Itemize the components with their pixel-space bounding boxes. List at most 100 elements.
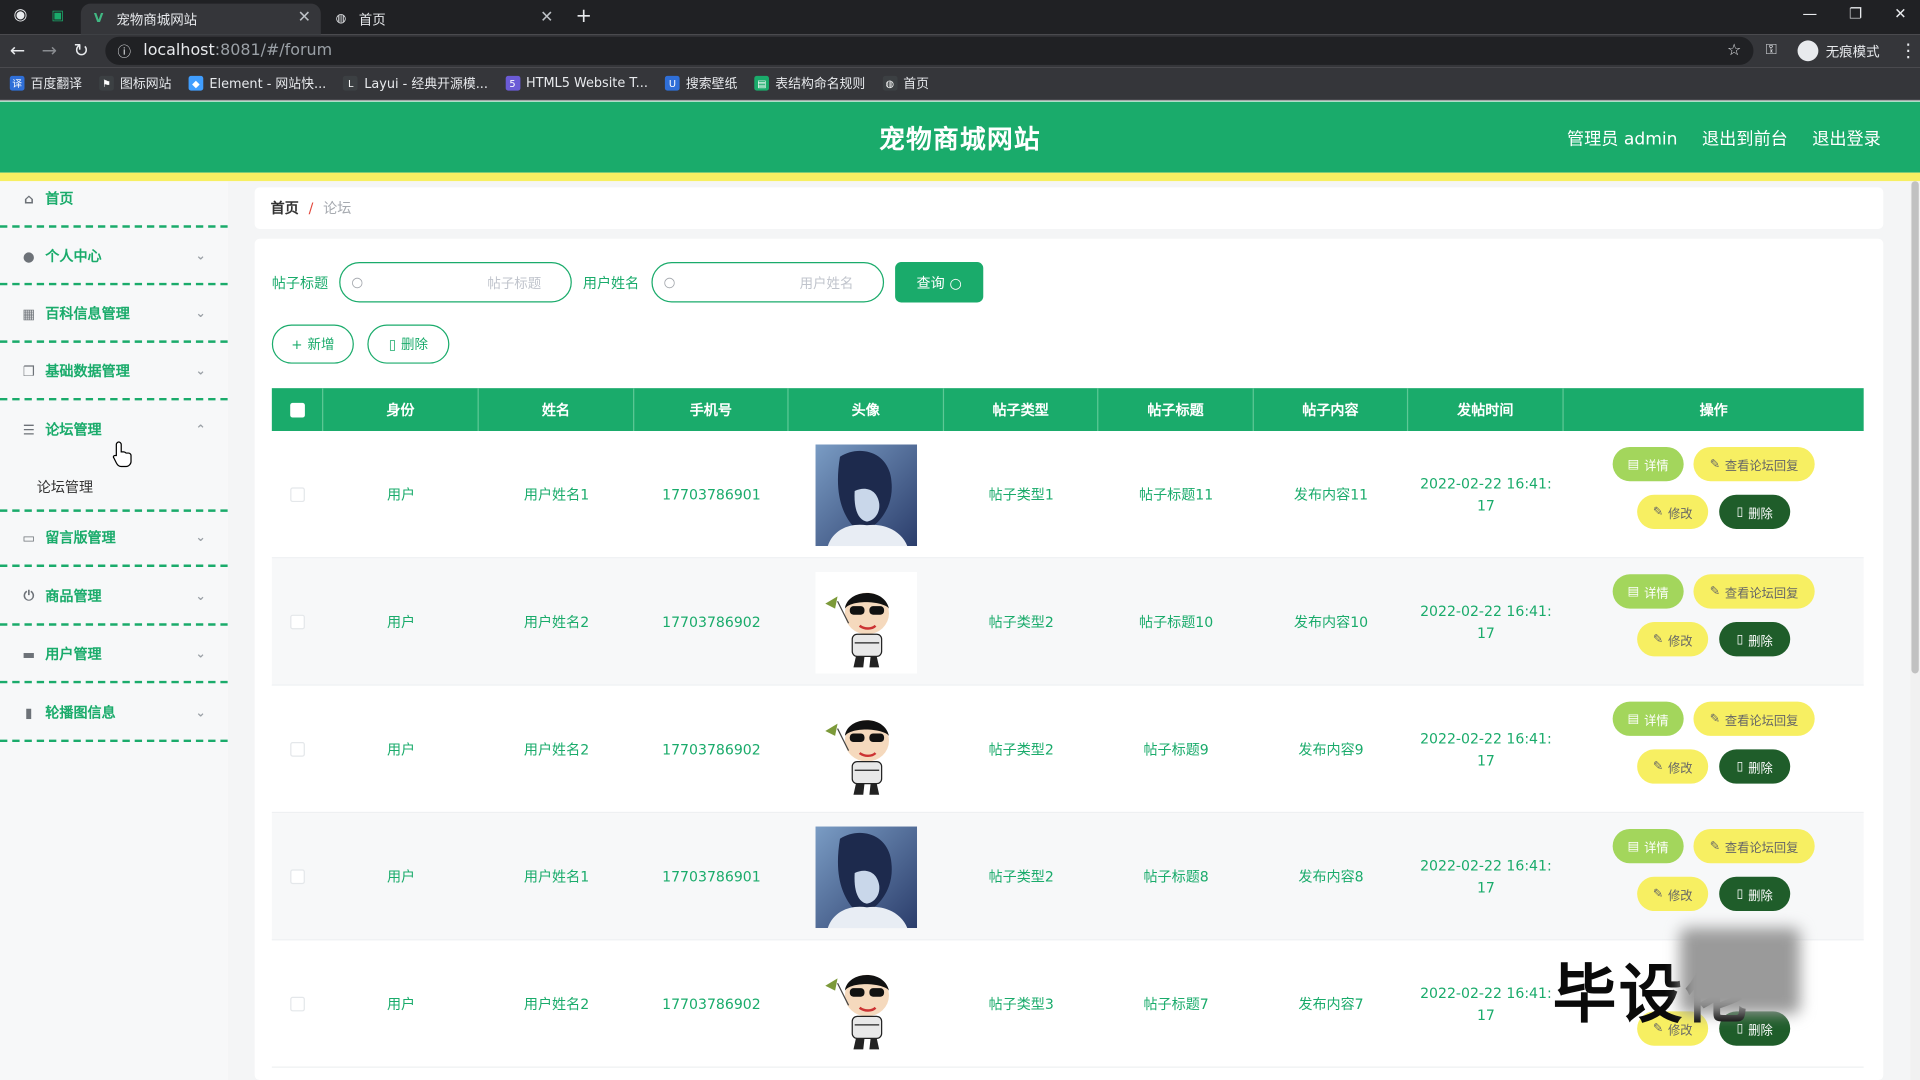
- row-checkbox[interactable]: [290, 614, 305, 630]
- minimize-icon[interactable]: —: [1802, 5, 1817, 22]
- sidebar-item-users[interactable]: ▬ 用户管理 ⌄: [0, 627, 228, 684]
- incognito-avatar-icon[interactable]: [1797, 40, 1819, 62]
- bookmark-item[interactable]: 5 HTML5 Website T...: [505, 75, 648, 91]
- close-tab-icon[interactable]: ✕: [298, 9, 311, 27]
- row-select-cell[interactable]: [272, 686, 323, 813]
- column-header: 帖子类型: [944, 388, 1099, 432]
- row-checkbox[interactable]: [290, 742, 305, 757]
- sidebar-item-products[interactable]: ⏻ 商品管理 ⌄: [0, 569, 228, 626]
- cell-title: 帖子标题8: [1143, 868, 1209, 886]
- view-replies-button[interactable]: ✎ 查看论坛回复: [1693, 446, 1815, 482]
- bookmark-item[interactable]: L Layui - 经典开源模...: [343, 74, 488, 92]
- scrollbar-thumb[interactable]: [1911, 181, 1919, 674]
- detail-button[interactable]: ▤ 详情: [1612, 574, 1684, 609]
- bookmark-item[interactable]: ◍ 首页: [882, 74, 929, 92]
- view-replies-button[interactable]: ✎ 查看论坛回复: [1693, 701, 1815, 736]
- sidebar-item-home[interactable]: ⌂ 首页: [0, 171, 228, 228]
- view-replies-button[interactable]: ✎ 查看论坛回复: [1693, 574, 1815, 609]
- site-info-icon[interactable]: ⓘ: [118, 41, 131, 61]
- row-checkbox[interactable]: [290, 869, 305, 885]
- view-replies-button[interactable]: ✎ 查看论坛回复: [1693, 828, 1815, 864]
- edit-icon: ✎: [1652, 887, 1664, 901]
- sidebar-item-encyclopedia[interactable]: ▦ 百科信息管理 ⌄: [0, 287, 228, 343]
- batch-delete-label: 删除: [401, 336, 428, 353]
- key-icon[interactable]: ⚿: [1766, 40, 1777, 58]
- cartoon-kid-avatar[interactable]: [815, 953, 918, 1055]
- detail-button[interactable]: ▤ 详情: [1612, 828, 1684, 864]
- sheet-icon: ▤: [754, 75, 770, 91]
- tab-active[interactable]: V 宠物商城网站 ✕: [80, 3, 321, 35]
- title-search-input[interactable]: ○ 帖子标题: [339, 262, 572, 303]
- profile-label[interactable]: 无痕模式: [1826, 42, 1880, 62]
- bookmark-label: 图标网站: [120, 76, 172, 92]
- chevron-down-icon: ⌄: [195, 249, 206, 263]
- delete-button[interactable]: ▯ 删除: [1719, 622, 1791, 657]
- delete-button-label: 删除: [1748, 762, 1773, 776]
- bookmark-item[interactable]: ⚑ 图标网站: [99, 74, 171, 92]
- close-window-icon[interactable]: ✕: [1894, 5, 1906, 22]
- add-button[interactable]: + 新增: [271, 324, 354, 364]
- detail-button[interactable]: ▤ 详情: [1612, 701, 1684, 736]
- sidebar-item-label: 基础数据管理: [45, 362, 130, 380]
- edit-button[interactable]: ✎ 修改: [1637, 494, 1709, 529]
- cell-type: 帖子类型3: [988, 995, 1054, 1013]
- clipboard-icon: ▦: [22, 305, 36, 322]
- trash-icon: ▯: [1736, 632, 1744, 646]
- delete-button[interactable]: ▯ 删除: [1719, 494, 1791, 529]
- row-select-cell[interactable]: [272, 813, 323, 940]
- tab-search-icon[interactable]: ▣: [51, 7, 64, 23]
- user-search-input[interactable]: ○ 用户姓名: [651, 262, 885, 303]
- element-icon: ◆: [188, 75, 204, 91]
- cell-time: 2022-02-22 16:41:17: [1408, 558, 1564, 685]
- bookmark-item[interactable]: ▤ 表结构命名规则: [754, 74, 865, 92]
- anime-boy-avatar[interactable]: [815, 825, 918, 928]
- row-checkbox[interactable]: [290, 996, 305, 1012]
- trash-icon: ▯: [1736, 887, 1744, 901]
- anime-boy-avatar[interactable]: [815, 443, 918, 546]
- bookmark-star-icon[interactable]: ☆: [1727, 42, 1741, 60]
- batch-delete-button[interactable]: ▯ 删除: [367, 324, 450, 364]
- bookmark-item[interactable]: U 搜索壁纸: [665, 74, 737, 92]
- back-icon[interactable]: ←: [10, 39, 25, 61]
- sidebar-item-carousel[interactable]: ▮ 轮播图信息 ⌄: [0, 686, 228, 743]
- header-select-all[interactable]: [272, 388, 324, 432]
- back-to-frontend-link[interactable]: 退出到前台: [1702, 126, 1788, 150]
- url-field[interactable]: ⓘ localhost:8081/#/forum ☆: [105, 36, 1754, 65]
- new-tab-button[interactable]: +: [576, 4, 592, 27]
- delete-button[interactable]: ▯ 删除: [1719, 876, 1791, 912]
- cartoon-kid-avatar[interactable]: [815, 698, 918, 801]
- tab-inactive[interactable]: ◍ 首页 ✕: [323, 4, 563, 35]
- tab-title: 宠物商城网站: [116, 11, 198, 28]
- detail-button[interactable]: ▤ 详情: [1612, 446, 1684, 482]
- bookmark-item[interactable]: ◆ Element - 网站快...: [188, 74, 326, 92]
- select-all-checkbox[interactable]: [289, 402, 305, 417]
- sidebar-item-basic-data[interactable]: ❐ 基础数据管理 ⌄: [0, 344, 228, 401]
- bookmark-item[interactable]: 译百度翻译: [9, 74, 82, 92]
- edit-button[interactable]: ✎ 修改: [1637, 749, 1709, 784]
- edit-button[interactable]: ✎ 修改: [1637, 876, 1709, 912]
- sidebar-item-guestbook[interactable]: ▭ 留言版管理 ⌄: [0, 511, 228, 567]
- column-header: 手机号: [634, 388, 789, 432]
- row-checkbox[interactable]: [290, 487, 305, 503]
- close-tab-icon[interactable]: ✕: [540, 9, 553, 27]
- chevron-down-icon: ⌄: [195, 306, 206, 321]
- view-replies-label: 查看论坛回复: [1724, 587, 1799, 601]
- sidebar-item-personal[interactable]: ● 个人中心 ⌄: [0, 229, 228, 286]
- chrome-menu-icon[interactable]: ◉: [13, 6, 27, 24]
- row-select-cell[interactable]: [272, 558, 323, 685]
- restore-icon[interactable]: ❐: [1849, 5, 1862, 22]
- logout-link[interactable]: 退出登录: [1812, 126, 1881, 150]
- breadcrumb-home[interactable]: 首页: [271, 198, 299, 218]
- chat-icon: ▭: [22, 529, 36, 546]
- cell-content: 发布内容8: [1298, 868, 1364, 886]
- reload-icon[interactable]: ↻: [73, 39, 88, 61]
- cartoon-kid-avatar[interactable]: [815, 571, 918, 673]
- delete-button-label: 删除: [1748, 634, 1773, 649]
- row-select-cell[interactable]: [272, 431, 323, 558]
- row-select-cell[interactable]: [272, 940, 323, 1067]
- query-button[interactable]: 查询 ○: [895, 262, 984, 303]
- edit-button[interactable]: ✎ 修改: [1637, 622, 1709, 657]
- forward-icon[interactable]: →: [42, 39, 57, 61]
- delete-button[interactable]: ▯ 删除: [1719, 749, 1791, 784]
- more-menu-icon[interactable]: ⋮: [1899, 39, 1917, 61]
